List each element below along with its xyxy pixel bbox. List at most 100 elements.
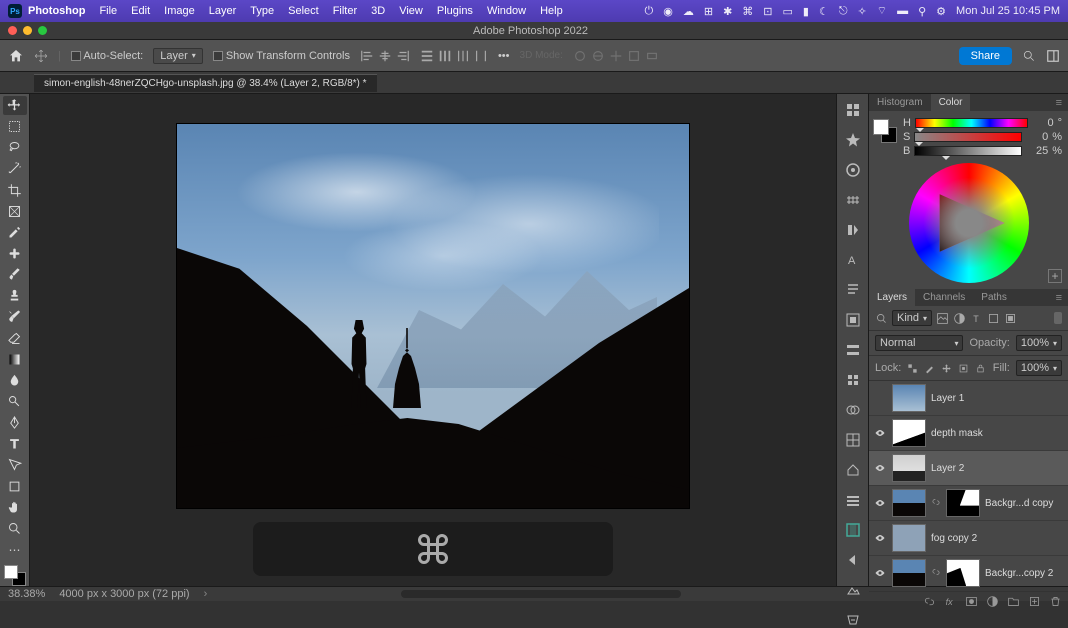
menu-plugins[interactable]: Plugins [437,5,473,17]
menu-image[interactable]: Image [164,5,195,17]
move-tool[interactable] [3,96,27,115]
stamp-tool[interactable] [3,286,27,305]
show-transform-checkbox[interactable]: Show Transform Controls [213,50,350,62]
lock-transparent-icon[interactable] [907,363,918,374]
layer-thumbnail[interactable] [892,489,926,517]
blend-mode-select[interactable]: Normal▾ [875,335,963,351]
delete-layer-icon[interactable] [1049,595,1062,608]
menu-layer[interactable]: Layer [209,5,237,17]
menu-3d[interactable]: 3D [371,5,385,17]
layer-row[interactable]: Layer 1 [869,381,1068,416]
dock-icon[interactable] [844,192,862,208]
history-brush-tool[interactable] [3,307,27,326]
canvas-area[interactable] [30,94,836,586]
panel-menu-icon[interactable]: ≡ [1050,292,1068,304]
color-swatch[interactable] [4,565,26,586]
layer-thumbnail[interactable] [892,559,926,587]
dock-icon[interactable] [844,612,862,628]
layer-mask-icon[interactable] [965,595,978,608]
gradient-tool[interactable] [3,350,27,369]
opacity-input[interactable]: 100%▾ [1016,335,1062,351]
align-right-icon[interactable] [396,49,410,63]
lock-artboard-icon[interactable] [958,363,969,374]
mask-thumbnail[interactable] [946,489,980,517]
layer-name[interactable]: fog copy 2 [931,533,977,544]
dock-icon[interactable] [844,222,862,238]
layer-thumbnail[interactable] [892,524,926,552]
dock-icon[interactable] [844,462,862,478]
dock-icon[interactable] [844,522,862,538]
saturation-slider[interactable] [914,132,1022,142]
dock-icon[interactable] [844,492,862,508]
layers-tab[interactable]: Layers [869,289,915,306]
zoom-tool[interactable] [3,519,27,538]
crop-tool[interactable] [3,181,27,200]
shape-tool[interactable] [3,477,27,496]
layer-thumbnail[interactable] [892,454,926,482]
filter-smart-icon[interactable] [1004,312,1017,325]
path-tool[interactable] [3,455,27,474]
menu-window[interactable]: Window [487,5,526,17]
auto-select-target[interactable]: Layer ▾ [153,48,203,64]
add-swatch-icon[interactable]: + [1048,269,1062,283]
dist-icon[interactable] [456,49,470,63]
paths-tab[interactable]: Paths [973,289,1015,306]
fg-bg-swatch[interactable] [873,119,897,143]
link-layers-icon[interactable] [923,595,936,608]
new-layer-icon[interactable] [1028,595,1041,608]
share-button[interactable]: Share [959,47,1012,65]
filter-pixel-icon[interactable] [936,312,949,325]
layer-name[interactable]: Backgr...copy 2 [985,568,1053,579]
layer-style-icon[interactable]: fx [944,595,957,608]
color-wheel[interactable] [909,163,1029,283]
layer-name[interactable]: Layer 1 [931,393,964,404]
blur-tool[interactable] [3,371,27,390]
visibility-toggle[interactable] [873,427,887,439]
dock-icon[interactable] [844,132,862,148]
hue-slider[interactable] [915,118,1028,128]
dist-icon[interactable] [474,49,488,63]
lock-all-icon[interactable] [975,363,986,374]
mask-thumbnail[interactable] [946,559,980,587]
menu-select[interactable]: Select [288,5,319,17]
lock-pixels-icon[interactable] [924,363,935,374]
filter-shape-icon[interactable] [987,312,1000,325]
dock-icon[interactable] [844,402,862,418]
layer-row[interactable]: fog copy 2 [869,521,1068,556]
menu-view[interactable]: View [399,5,423,17]
dock-icon[interactable]: A [844,252,862,268]
align-left-icon[interactable] [360,49,374,63]
pen-tool[interactable] [3,413,27,432]
filter-adjust-icon[interactable] [953,312,966,325]
doc-dims[interactable]: 4000 px x 3000 px (72 ppi) [59,588,189,600]
scrollbar[interactable] [401,590,681,598]
zoom-readout[interactable]: 38.38% [8,588,45,600]
more-icon[interactable]: ••• [498,50,510,62]
dist-icon[interactable] [438,49,452,63]
dock-icon[interactable] [844,282,862,298]
layer-row[interactable]: Backgr...copy 2 [869,556,1068,591]
dock-icon[interactable] [844,162,862,178]
control-center-icon[interactable]: ⚙ [936,5,946,18]
lasso-tool[interactable] [3,138,27,157]
marquee-tool[interactable] [3,117,27,136]
layer-row[interactable]: Layer 2 [869,451,1068,486]
dock-icon[interactable] [844,432,862,448]
brush-tool[interactable] [3,265,27,284]
brightness-slider[interactable] [914,146,1022,156]
menu-type[interactable]: Type [250,5,274,17]
fill-input[interactable]: 100%▾ [1016,360,1062,376]
visibility-toggle[interactable] [873,532,887,544]
chevron-right-icon[interactable]: › [204,588,208,600]
filter-type-icon[interactable]: T [970,312,983,325]
dock-icon[interactable] [844,312,862,328]
home-icon[interactable] [8,48,24,64]
visibility-toggle[interactable] [873,497,887,509]
layer-name[interactable]: Layer 2 [931,463,964,474]
group-icon[interactable] [1007,595,1020,608]
dock-icon[interactable] [844,582,862,598]
channels-tab[interactable]: Channels [915,289,973,306]
histogram-tab[interactable]: Histogram [869,94,931,111]
dist-icon[interactable] [420,49,434,63]
dock-icon[interactable] [844,342,862,358]
